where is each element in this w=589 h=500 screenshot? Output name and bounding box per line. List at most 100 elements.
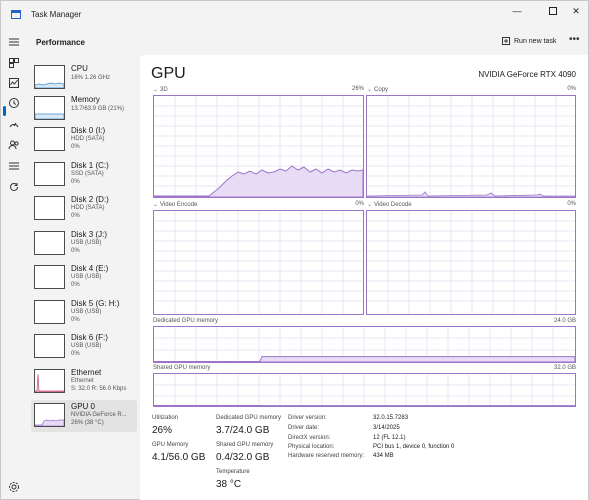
shared-memory-max: 32.0 GB — [553, 365, 576, 371]
gpu-thumbnail — [34, 403, 65, 427]
engine-video-decode-history — [367, 211, 575, 314]
device-item-disk-6[interactable]: Disk 6 (F:) USB (USB) 0% — [31, 331, 137, 363]
dedicated-memory-max: 24.0 GB — [553, 318, 576, 324]
active-indicator — [3, 106, 6, 116]
dedicated-memory-stat-label: Dedicated GPU memory — [216, 415, 282, 421]
engine-3d-history — [154, 96, 363, 197]
shared-memory-label: Shared GPU memory — [153, 365, 211, 371]
hamburger-menu-icon[interactable] — [7, 35, 21, 49]
chevron-down-icon: ⌄ — [153, 87, 159, 93]
performance-icon[interactable] — [7, 76, 21, 90]
title-bar: Task Manager — ✕ — [1, 1, 588, 29]
device-usage: 0% — [71, 179, 80, 185]
device-item-ethernet[interactable]: Ethernet Ethernet S: 32.0 R: 56.0 Kbps — [31, 366, 137, 398]
users-icon[interactable] — [7, 138, 21, 152]
device-name: Disk 0 (I:) — [71, 126, 106, 135]
device-name: CPU — [71, 64, 88, 73]
engine-copy-selector[interactable]: ⌄ Copy — [367, 86, 388, 93]
utilization-label: Utilization — [152, 415, 179, 421]
device-name: Disk 4 (E:) — [71, 264, 109, 273]
run-new-task-button[interactable]: Run new task — [502, 37, 556, 45]
dedicated-memory-stat-value: 3.7/24.0 GB — [216, 425, 270, 436]
engine-label: Video Decode — [374, 202, 412, 208]
gpu-model-name: NVIDIA GeForce RTX 4090 — [478, 70, 576, 79]
device-item-memory[interactable]: Memory 13.7/63.9 GB (21%) — [31, 93, 137, 125]
disk-thumbnail — [34, 265, 65, 289]
device-detail: NVIDIA GeForce R... — [71, 412, 127, 418]
dedicated-memory-label: Dedicated GPU memory — [153, 318, 219, 324]
disk-thumbnail — [34, 127, 65, 151]
device-usage: 0% — [71, 282, 80, 288]
page-title: Performance — [36, 38, 85, 47]
close-button[interactable]: ✕ — [564, 3, 588, 19]
engine-label: Copy — [374, 87, 389, 93]
device-detail: SSD (SATA) — [71, 171, 104, 177]
chevron-down-icon: ⌄ — [367, 202, 373, 208]
temperature-value: 38 °C — [216, 479, 242, 490]
engine-copy-value: 0% — [567, 86, 576, 92]
details-icon[interactable] — [7, 159, 21, 173]
engine-video-decode-selector[interactable]: ⌄ Video Decode — [367, 201, 412, 208]
engine-copy-area — [367, 191, 575, 197]
reserved-memory-value: 434 MB — [373, 453, 394, 459]
gpu-memory-label: GPU Memory — [152, 442, 189, 448]
device-usage: 0% — [71, 248, 80, 254]
device-usage: 0% — [71, 351, 80, 357]
device-detail: 16% 1.26 GHz — [71, 75, 111, 81]
run-new-task-label: Run new task — [514, 37, 557, 45]
maximize-button[interactable] — [541, 3, 565, 19]
driver-date-label: Driver date: — [288, 425, 320, 431]
device-name: Ethernet — [71, 368, 102, 377]
engine-video-encode-value: 0% — [355, 201, 364, 207]
device-detail: HDD (SATA) — [71, 136, 105, 142]
device-item-disk-0[interactable]: Disk 0 (I:) HDD (SATA) 0% — [31, 124, 137, 156]
directx-version-value: 12 (FL 12.1) — [373, 435, 406, 441]
shared-memory-area — [154, 405, 575, 406]
shared-memory-graph — [153, 373, 576, 407]
engine-video-encode-history — [154, 211, 363, 314]
processes-icon[interactable] — [7, 56, 21, 70]
device-detail: HDD (SATA) — [71, 205, 105, 211]
device-detail: Ethernet — [71, 378, 94, 384]
disk-thumbnail — [34, 196, 65, 220]
temperature-label: Temperature — [216, 469, 250, 475]
device-throughput: S: 32.0 R: 56.0 Kbps — [71, 386, 127, 392]
memory-thumbnail — [34, 96, 65, 120]
engine-3d-selector[interactable]: ⌄ 3D — [153, 86, 168, 93]
services-icon[interactable] — [7, 180, 21, 194]
ethernet-thumbnail — [34, 369, 65, 393]
chevron-down-icon: ⌄ — [153, 202, 159, 208]
device-item-disk-3[interactable]: Disk 3 (J:) USB (USB) 0% — [31, 228, 137, 260]
shared-memory-history — [154, 374, 575, 406]
disk-thumbnail — [34, 231, 65, 255]
device-item-disk-2[interactable]: Disk 2 (D:) HDD (SATA) 0% — [31, 193, 137, 225]
maximize-icon — [549, 7, 557, 15]
device-list: CPU 16% 1.26 GHz Memory 13.7/63.9 GB (21… — [28, 55, 138, 435]
settings-gear-icon[interactable] — [7, 480, 21, 494]
driver-date-value: 3/14/2025 — [373, 425, 400, 431]
window-title: Task Manager — [31, 10, 82, 19]
device-item-disk-1[interactable]: Disk 1 (C:) SSD (SATA) 0% — [31, 159, 137, 191]
task-manager-window: Task Manager — ✕ Performance Run new tas… — [0, 0, 589, 500]
device-item-cpu[interactable]: CPU 16% 1.26 GHz — [31, 62, 137, 94]
minimize-button[interactable]: — — [505, 3, 529, 19]
more-options-button[interactable]: ••• — [569, 34, 580, 45]
engine-label: 3D — [160, 87, 168, 93]
device-item-disk-4[interactable]: Disk 4 (E:) USB (USB) 0% — [31, 262, 137, 294]
device-item-gpu-0[interactable]: GPU 0 NVIDIA GeForce R... 26% (38 °C) — [31, 400, 137, 432]
gpu-memory-value: 4.1/56.0 GB — [152, 452, 206, 463]
chevron-down-icon: ⌄ — [367, 87, 373, 93]
device-usage: 26% (38 °C) — [71, 420, 104, 426]
page-header: Performance Run new task ••• — [28, 29, 588, 55]
shared-memory-stat-label: Shared GPU memory — [216, 442, 274, 448]
disk-thumbnail — [34, 300, 65, 324]
startup-apps-icon[interactable] — [7, 117, 21, 131]
device-item-disk-5[interactable]: Disk 5 (G: H:) USB (USB) 0% — [31, 297, 137, 329]
device-usage: 0% — [71, 144, 80, 150]
engine-video-encode-selector[interactable]: ⌄ Video Encode — [153, 201, 197, 208]
device-name: Disk 2 (D:) — [71, 195, 109, 204]
task-manager-icon — [11, 10, 21, 19]
ethernet-mini-graph — [35, 373, 64, 392]
app-history-icon[interactable] — [7, 96, 21, 110]
cpu-thumbnail — [34, 65, 65, 89]
